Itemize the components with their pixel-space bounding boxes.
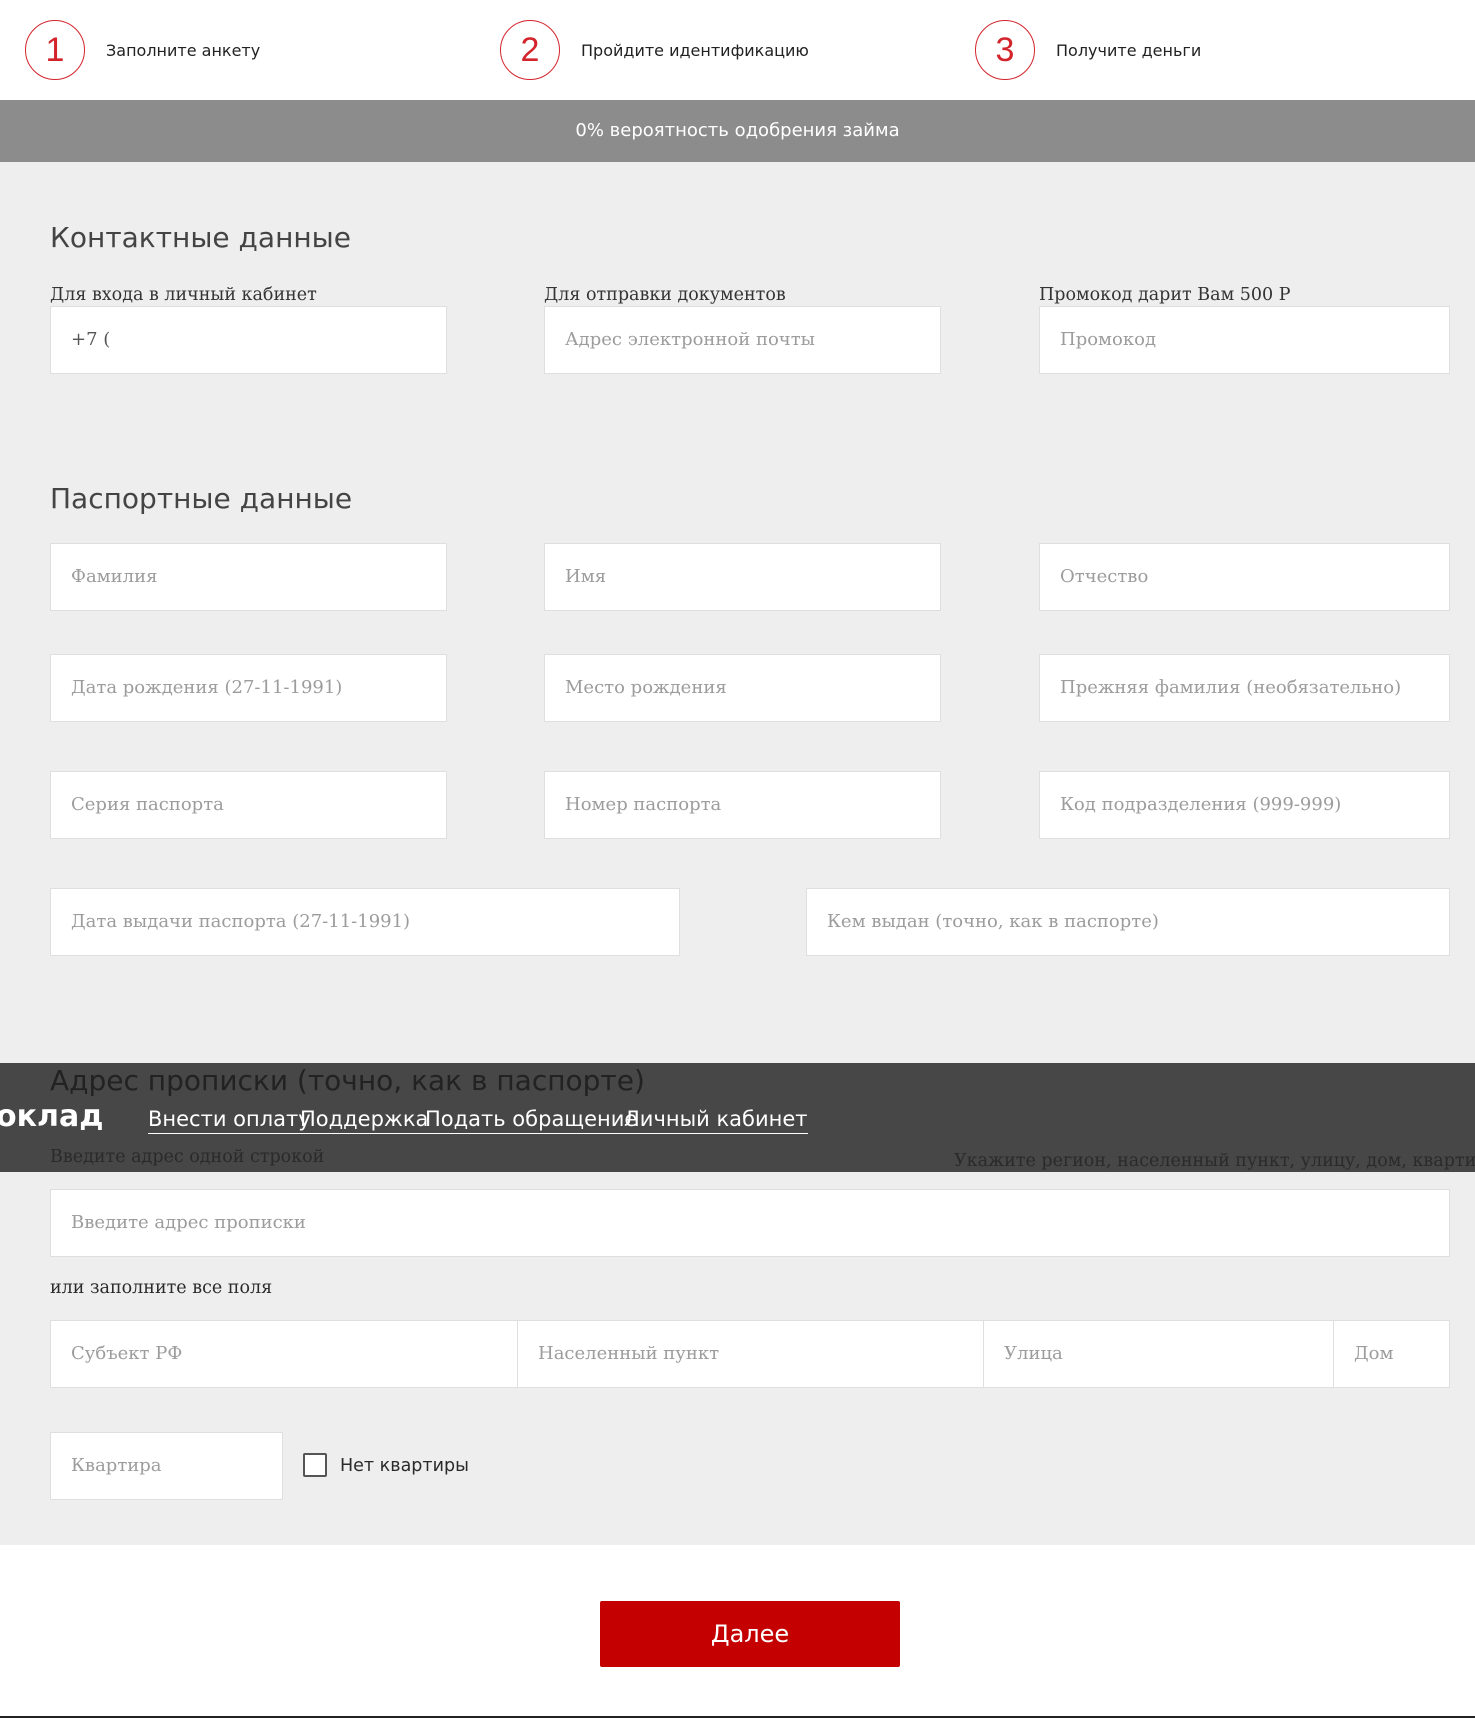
previous-surname-input[interactable]: Прежняя фамилия (необязательно)	[1039, 654, 1450, 722]
patronymic-input[interactable]: Отчество	[1039, 543, 1450, 611]
step-1-number: 1	[25, 20, 85, 80]
division-code-input[interactable]: Код подразделения (999-999)	[1039, 771, 1450, 839]
phone-input[interactable]: +7 (	[50, 306, 447, 374]
surname-input[interactable]: Фамилия	[50, 543, 447, 611]
issue-date-input[interactable]: Дата выдачи паспорта (27-11-1991)	[50, 888, 680, 956]
promo-input[interactable]: Промокод	[1039, 306, 1450, 374]
no-apartment-checkbox[interactable]	[303, 1453, 327, 1477]
region-input[interactable]: Субъект РФ	[50, 1320, 518, 1388]
next-button[interactable]: Далее	[600, 1601, 900, 1667]
passport-number-input[interactable]: Номер паспорта	[544, 771, 941, 839]
step-2-label: Пройдите идентификацию	[581, 41, 809, 60]
address-format-hint: Укажите регион, населенный пункт, улицу,…	[954, 1151, 1475, 1171]
passport-series-input[interactable]: Серия паспорта	[50, 771, 447, 839]
nav-account-link[interactable]: Личный кабинет	[624, 1106, 808, 1134]
nav-support-link[interactable]: Поддержка	[300, 1106, 429, 1134]
apartment-input[interactable]: Квартира	[50, 1432, 283, 1500]
contact-section-title: Контактные данные	[50, 221, 352, 254]
phone-label: Для входа в личный кабинет	[50, 285, 317, 305]
email-input[interactable]: Адрес электронной почты	[544, 306, 941, 374]
house-input[interactable]: Дом	[1333, 1320, 1450, 1388]
address-one-line-input[interactable]: Введите адрес прописки	[50, 1189, 1450, 1257]
email-label: Для отправки документов	[544, 285, 786, 305]
address-section-title: Адрес прописки (точно, как в паспорте)	[50, 1064, 645, 1097]
no-apartment-label[interactable]: Нет квартиры	[340, 1455, 469, 1477]
fill-all-fields-label: или заполните все поля	[50, 1278, 273, 1298]
promo-label: Промокод дарит Вам 500 Р	[1039, 285, 1291, 305]
nav-pay-link[interactable]: Внести оплату	[148, 1106, 311, 1134]
birth-place-input[interactable]: Место рождения	[544, 654, 941, 722]
step-2-number: 2	[500, 20, 560, 80]
birth-date-input[interactable]: Дата рождения (27-11-1991)	[50, 654, 447, 722]
name-input[interactable]: Имя	[544, 543, 941, 611]
nav-appeal-link[interactable]: Подать обращение	[425, 1106, 638, 1134]
issued-by-input[interactable]: Кем выдан (точно, как в паспорте)	[806, 888, 1450, 956]
step-3-label: Получите деньги	[1056, 41, 1202, 60]
city-input[interactable]: Населенный пункт	[517, 1320, 984, 1388]
passport-section-title: Паспортные данные	[50, 482, 353, 515]
step-1-label: Заполните анкету	[106, 41, 261, 60]
one-line-address-hint: Введите адрес одной строкой	[50, 1147, 325, 1167]
approval-banner: 0% вероятность одобрения займа	[0, 100, 1475, 162]
step-3-number: 3	[975, 20, 1035, 80]
logo-fragment[interactable]: оклад	[0, 1099, 103, 1135]
street-input[interactable]: Улица	[983, 1320, 1334, 1388]
